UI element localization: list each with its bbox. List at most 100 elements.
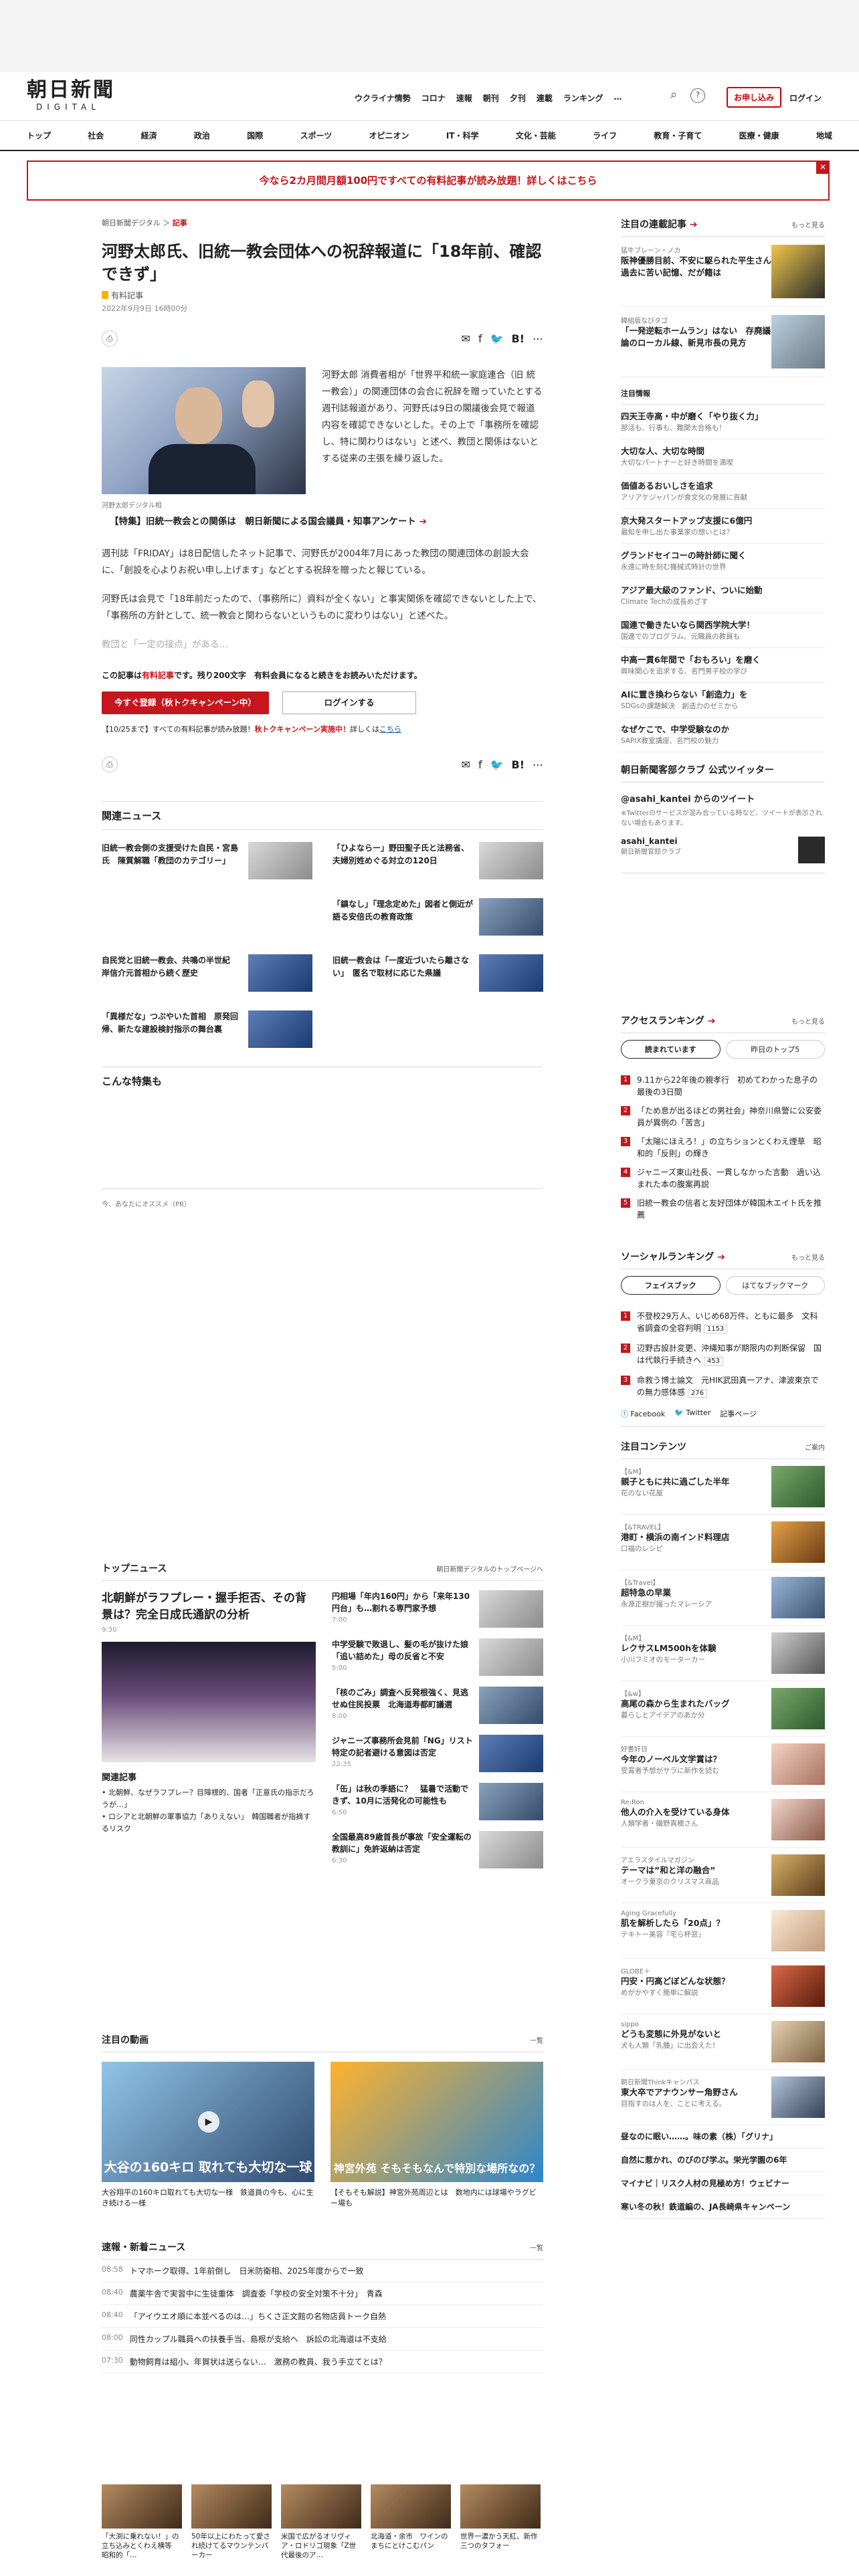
feature-link[interactable]: 【特集】旧統一教会との関係は 朝日新聞による国会議員・知事アンケート ➔	[102, 510, 543, 530]
related-item[interactable]: 旧統一教会側の支援受けた自民・宮島氏 陳質解職「教団のカテゴリー」	[102, 842, 312, 883]
serial-item[interactable]: 韓組版なびタゴ 「一発逆転ホームラン」はない 存廃議論のローカル線、新見市長の見方	[621, 307, 825, 377]
section-health[interactable]: 医療・健康	[739, 130, 779, 141]
nav-serial[interactable]: 連載	[537, 92, 553, 104]
section-region[interactable]: 地域	[816, 130, 832, 141]
note-item[interactable]: 国連で働きたいなら関西学院大学！ 国連でのプログラム、元職員の教員も	[621, 613, 825, 648]
nav-ukraine[interactable]: ウクライナ情勢	[355, 92, 411, 104]
campaign-banner[interactable]: 今なら2カ月間月額100円ですべての有料記事が読み放題！詳しくはこちら ✕	[27, 160, 830, 201]
flash-more[interactable]: 一覧	[530, 2242, 543, 2252]
register-button[interactable]: 今すぐ登録（秋トクキャンペーン中）	[102, 691, 269, 714]
related-item[interactable]: 「ひよならー」野田聖子氏と法務省、夫婦別姓めぐる対立の120日	[332, 842, 543, 883]
content-item[interactable]: 好書好日 今年のノーベル文学賞は？ 受賞者予想がサラに新作を読む	[621, 1737, 825, 1792]
section-education[interactable]: 教育・子育て	[654, 130, 702, 141]
related-item[interactable]: 旧統一教会は「一度近づいたら離さない」 匿名で取材に応じた県議	[332, 954, 543, 996]
video-more[interactable]: 一覧	[530, 2035, 543, 2045]
note-item[interactable]: 京大発スタートアップ支援に6億円 最知を申し出た事業家の想いとは？	[621, 509, 825, 544]
note-item[interactable]: なぜケこで、中学受験なのか SAPIX教室講座、名門校の魅力	[621, 718, 825, 752]
search-icon[interactable]: ⌕	[666, 88, 681, 103]
content-item[interactable]: 【&TRAVEL】 港町・横浜の南インド料理店 口福のレシピ	[621, 1515, 825, 1570]
serial-item[interactable]: 猛牛ブレーン・ノカ 阪神優勝目前、不安に駆られた平生さん 過去に苦い記憶、だが籍は	[621, 237, 825, 307]
note-item[interactable]: AIに置き換わらない「創造力」を SDGsの課題解決 創造力のゼミから	[621, 683, 825, 718]
print-icon-bottom[interactable]: ⎙	[102, 756, 118, 772]
top-news-item[interactable]: 「核のごみ」調査へ反発根強く、見逃せぬ住民投票 北海道寿都町議選 8:00	[332, 1687, 543, 1735]
flash-item[interactable]: 07:30 動物飼育は組小、年賀状は送らない… 激務の教員、我う手立てとは？	[102, 2351, 543, 2373]
extra-link[interactable]: 寒い冬の秋！鉄道編の、JA長崎県キャンペーン	[621, 2195, 825, 2219]
article-photo[interactable]	[102, 367, 306, 494]
crumb-section[interactable]: 記事	[173, 219, 187, 227]
play-icon[interactable]: ▶	[198, 2111, 219, 2133]
tab-facebook[interactable]: フェイスブック	[621, 1276, 721, 1295]
related-item[interactable]: 「鎮なし」「理念定めた」図者と側近が語る安倍氏の教育政策	[332, 898, 543, 940]
recommend-card[interactable]: 50年以上にわたって愛され続けてるマウンテンパーカー	[191, 2484, 272, 2560]
nav-more[interactable]: …	[613, 92, 622, 104]
article-page-link[interactable]: 記事ページ	[720, 1408, 757, 1419]
note-item[interactable]: アジア最大級のファンド、ついに始動 Climate Techの成長めざす	[621, 578, 825, 613]
login-button[interactable]: ログインする	[282, 691, 416, 714]
more-icon-bottom[interactable]: ⋯	[533, 758, 543, 771]
content-item[interactable]: 【&M】 親子ともに共に過ごした半年 花のない花屋	[621, 1459, 825, 1515]
nav-ranking[interactable]: ランキング	[563, 92, 603, 104]
top-news-item[interactable]: ジャニーズ事務所会見前「NG」リスト 特定の記者避ける意図は否定 22:35	[332, 1735, 543, 1783]
print-icon[interactable]: ⎙	[102, 330, 118, 346]
more-icon[interactable]: ⋯	[533, 332, 543, 345]
extra-link[interactable]: マイナビ｜リスク人材の見極め方！ウェビナー	[621, 2172, 825, 2195]
top-news-item[interactable]: 円相場「年内160円」から「来年130円台」も…割れる専門家予想 7:00	[332, 1590, 543, 1638]
facebook-icon[interactable]: f	[478, 332, 482, 345]
related-item[interactable]: 「異様だな」つぶやいた首相 原発回帰、新たな建設検討指示の舞台裏	[102, 1010, 312, 1052]
apply-button[interactable]: お申し込み	[727, 87, 782, 108]
access-item[interactable]: 2 「ため息が出るほどの男社会」神奈川県警に公安委員が異例の「苦言」	[621, 1101, 825, 1132]
nav-corona[interactable]: コロナ	[421, 92, 446, 104]
hatena-icon[interactable]: B!	[512, 332, 525, 345]
close-icon[interactable]: ✕	[816, 160, 830, 174]
recommend-card[interactable]: 北海道・余市 ワインのまちにとけこむパン	[371, 2484, 451, 2560]
serial-more[interactable]: もっと見る	[791, 219, 825, 229]
twitter-icon[interactable]: 🐦	[490, 332, 504, 345]
content-item[interactable]: Re:Ron 他人の介入を受けている身体 人類学者・磯野真穂さん	[621, 1792, 825, 1848]
section-it[interactable]: IT・科学	[446, 130, 479, 141]
note-item[interactable]: グランドセイコーの時計師に聞く 永遠に時を刻む機械式時計の世界	[621, 544, 825, 578]
login-link[interactable]: ログイン	[789, 92, 822, 104]
extra-link[interactable]: 自然に惹かれ、のびのび学ぶ。栄光学園の6年	[621, 2149, 825, 2172]
contents-more[interactable]: ご案内	[805, 1442, 825, 1452]
content-item[interactable]: GLOBE＋ 円安・円高どぼどんな状態？ めがかやすく簡単に解説	[621, 1959, 825, 2014]
section-culture[interactable]: 文化・芸能	[516, 130, 556, 141]
social-item[interactable]: 1 不登校29万人、いじめ68万件、ともに最多 文科省調査の全容判明 1153	[621, 1307, 825, 1339]
note-item[interactable]: 四天王寺高・中が磨く「やり抜く力」 部活も、行事も、難関大合格も！	[621, 405, 825, 439]
section-politics[interactable]: 政治	[194, 130, 210, 141]
facebook-link[interactable]: ⓕ Facebook	[621, 1408, 665, 1419]
recommend-card[interactable]: 世界一濃かう天紅、新作三つのタフォー	[460, 2484, 541, 2560]
twitter-account[interactable]: asahi_kantei 朝日新聞官邸クラブ	[621, 837, 825, 863]
flash-item[interactable]: 08:00 同性カップル職員への扶養手当、島根が支給へ 訴訟の北海道は不支給	[102, 2328, 543, 2351]
section-society[interactable]: 社会	[88, 130, 104, 141]
note-item[interactable]: 大切な人、大切な時間 大切なパートナーと好き時間を満喫	[621, 439, 825, 474]
related-item[interactable]: 自民党と旧統一教会、共鳴の半世紀 岸信介元首相から続く歴史	[102, 954, 312, 996]
nav-evening[interactable]: 夕刊	[510, 92, 526, 104]
flash-item[interactable]: 08:40 「アイウエオ順に本並べるのは…」ちくさ正文館の名物店員トーク自熱	[102, 2305, 543, 2328]
crumb-site[interactable]: 朝日新聞デジタル	[102, 219, 161, 227]
section-international[interactable]: 国際	[247, 130, 263, 141]
twitter-icon-bottom[interactable]: 🐦	[490, 758, 504, 771]
help-icon[interactable]: ?	[690, 88, 705, 103]
mail-icon-bottom[interactable]: ✉	[462, 758, 470, 771]
access-item[interactable]: 5 旧統一教会の信者と友好団体が韓国木エイト氏を推薦	[621, 1194, 825, 1224]
video-card[interactable]: 大谷の160キロ 取れても大切な一球 ▶ 大谷翔平の160キロ取れても大切な一様…	[102, 2062, 314, 2209]
top-lead[interactable]: 北朝鮮がラフプレー・握手拒否、その背景は？完全日成氏通訳の分析 9:30 関連記…	[102, 1590, 316, 1879]
extra-link[interactable]: 昼なのに眠い……。味の素（株）「グリナ」	[621, 2125, 825, 2149]
content-item[interactable]: アエラスタイルマガジン テーマは”和と洋の融合” オークラ東京のクリスマス商品	[621, 1848, 825, 1903]
social-item[interactable]: 2 辺野古設計変更、沖縄知事が期限内の判断保留 国は代執行手続きへ 453	[621, 1339, 825, 1371]
access-item[interactable]: 3 「太陽にほえろ！」の立ちションとくわえ煙草 昭和的「反則」の輝き	[621, 1132, 825, 1163]
flash-item[interactable]: 08:40 農薬牛舎で実習中に生徒重体 調査委「学校の安全対策不十分」 青森	[102, 2282, 543, 2305]
social-item[interactable]: 3 命救う博士論文 元HIK武田真一アナ、津波東京での無力感体感 276	[621, 1371, 825, 1403]
access-more[interactable]: もっと見る	[791, 1016, 825, 1026]
recommend-card[interactable]: 米国で広がるオリヴィア・ロドリゴ現象「Z世代最後のア…	[281, 2484, 361, 2560]
note-item[interactable]: 価値あるおいしさを追求 アリアケジャパンが食文化の発展に貢献	[621, 474, 825, 509]
twitter-link[interactable]: 🐦 Twitter	[674, 1408, 710, 1419]
top-news-item[interactable]: 中学受験で敗退し、髪の毛が抜けた娘 「追い詰めた」母の反省と不安 5:00	[332, 1638, 543, 1687]
promo-link[interactable]: こちら	[379, 725, 401, 734]
nav-morning[interactable]: 朝刊	[483, 92, 499, 104]
tab-hatena[interactable]: はてなブックマーク	[725, 1276, 825, 1295]
flash-item[interactable]: 08:58 トマホーク取得、1年前倒し 日米防衛相、2025年度からで一致	[102, 2260, 543, 2282]
top-related-item[interactable]: • ロシアと北朝鮮の軍事協力「ありえない」 韓国職者が指摘するリスク	[102, 1811, 316, 1835]
note-item[interactable]: 中高一貫6年間で「おもろい」を磨く 興味関心を追求する、名門男子校の学び	[621, 648, 825, 683]
video-card[interactable]: 神宮外苑 そもそもなんで特別な場所なの？ 【そもそも解説】神宮外苑周辺とは 数地…	[330, 2062, 543, 2209]
